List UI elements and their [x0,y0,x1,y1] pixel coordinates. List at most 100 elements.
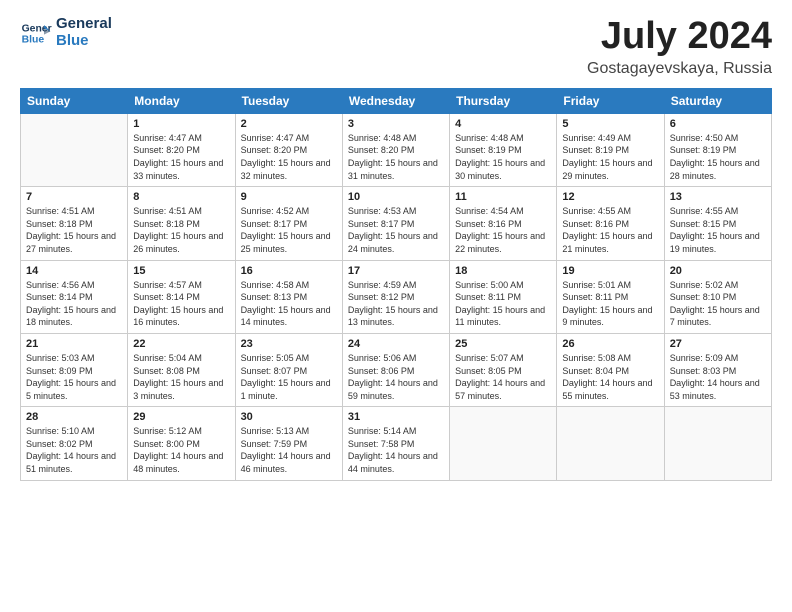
logo: General Blue General Blue [20,16,112,49]
table-row: 16Sunrise: 4:58 AMSunset: 8:13 PMDayligh… [235,260,342,333]
day-number: 7 [26,191,122,203]
day-info: Sunrise: 5:01 AMSunset: 8:11 PMDaylight:… [562,279,658,329]
table-row: 5Sunrise: 4:49 AMSunset: 8:19 PMDaylight… [557,113,664,186]
table-row: 20 Sunrise: 5:02 AMSunset: 8:10 PMDayligh… [664,260,771,333]
table-row [450,407,557,480]
day-number: 11 [455,191,551,203]
day-number: 24 [348,338,444,350]
col-friday: Friday [557,88,664,113]
table-row [664,407,771,480]
day-info: Sunrise: 5:05 AMSunset: 8:07 PMDaylight:… [241,352,337,402]
table-row: 13 Sunrise: 4:55 AMSunset: 8:15 PMDayligh… [664,187,771,260]
month-title: July 2024 [587,16,772,58]
day-number: 6 [670,118,766,130]
day-number: 9 [241,191,337,203]
calendar-week-row: 21 Sunrise: 5:03 AMSunset: 8:09 PMDayligh… [21,333,772,406]
day-info: Sunrise: 4:55 AMSunset: 8:15 PMDaylight:… [670,205,766,255]
table-row: 15Sunrise: 4:57 AMSunset: 8:14 PMDayligh… [128,260,235,333]
day-info: Sunrise: 4:58 AMSunset: 8:13 PMDaylight:… [241,279,337,329]
day-number: 2 [241,118,337,130]
calendar-week-row: 1Sunrise: 4:47 AMSunset: 8:20 PMDaylight… [21,113,772,186]
table-row: 8 Sunrise: 4:51 AMSunset: 8:18 PMDaylight… [128,187,235,260]
calendar-week-row: 28 Sunrise: 5:10 AMSunset: 8:02 PMDayligh… [21,407,772,480]
day-info: Sunrise: 5:06 AMSunset: 8:06 PMDaylight:… [348,352,444,402]
day-number: 31 [348,411,444,423]
location-title: Gostagayevskaya, Russia [587,60,772,78]
col-saturday: Saturday [664,88,771,113]
day-info: Sunrise: 5:02 AMSunset: 8:10 PMDaylight:… [670,279,766,329]
day-info: Sunrise: 4:59 AMSunset: 8:12 PMDaylight:… [348,279,444,329]
page: General Blue General Blue July 2024 Gost… [0,0,792,612]
day-number: 20 [670,265,766,277]
table-row: 27 Sunrise: 5:09 AMSunset: 8:03 PMDayligh… [664,333,771,406]
day-number: 13 [670,191,766,203]
table-row [21,113,128,186]
calendar-week-row: 7 Sunrise: 4:51 AMSunset: 8:18 PMDaylight… [21,187,772,260]
logo-line1: General [56,16,112,33]
table-row: 14 Sunrise: 4:56 AMSunset: 8:14 PMDayligh… [21,260,128,333]
day-info: Sunrise: 4:55 AMSunset: 8:16 PMDaylight:… [562,205,658,255]
table-row: 10 Sunrise: 4:53 AMSunset: 8:17 PMDayligh… [342,187,449,260]
day-number: 8 [133,191,229,203]
day-info: Sunrise: 5:07 AMSunset: 8:05 PMDaylight:… [455,352,551,402]
day-info: Sunrise: 4:56 AMSunset: 8:14 PMDaylight:… [26,279,122,329]
table-row: 22Sunrise: 5:04 AMSunset: 8:08 PMDayligh… [128,333,235,406]
table-row: 17 Sunrise: 4:59 AMSunset: 8:12 PMDayligh… [342,260,449,333]
svg-text:Blue: Blue [22,34,45,45]
table-row: 24 Sunrise: 5:06 AMSunset: 8:06 PMDayligh… [342,333,449,406]
day-number: 3 [348,118,444,130]
table-row: 12 Sunrise: 4:55 AMSunset: 8:16 PMDayligh… [557,187,664,260]
day-info: Sunrise: 5:04 AMSunset: 8:08 PMDaylight:… [133,352,229,402]
day-number: 10 [348,191,444,203]
table-row: 1Sunrise: 4:47 AMSunset: 8:20 PMDaylight… [128,113,235,186]
title-block: July 2024 Gostagayevskaya, Russia [587,16,772,78]
col-thursday: Thursday [450,88,557,113]
table-row: 31 Sunrise: 5:14 AMSunset: 7:58 PMDayligh… [342,407,449,480]
table-row: 28 Sunrise: 5:10 AMSunset: 8:02 PMDayligh… [21,407,128,480]
col-sunday: Sunday [21,88,128,113]
day-number: 19 [562,265,658,277]
day-number: 27 [670,338,766,350]
logo-text: General Blue [56,16,112,49]
table-row: 9Sunrise: 4:52 AMSunset: 8:17 PMDaylight… [235,187,342,260]
day-info: Sunrise: 4:50 AMSunset: 8:19 PMDaylight:… [670,132,766,182]
day-info: Sunrise: 5:09 AMSunset: 8:03 PMDaylight:… [670,352,766,402]
day-info: Sunrise: 4:48 AMSunset: 8:20 PMDaylight:… [348,132,444,182]
col-monday: Monday [128,88,235,113]
table-row: 19 Sunrise: 5:01 AMSunset: 8:11 PMDayligh… [557,260,664,333]
day-info: Sunrise: 4:53 AMSunset: 8:17 PMDaylight:… [348,205,444,255]
table-row: 18Sunrise: 5:00 AMSunset: 8:11 PMDayligh… [450,260,557,333]
table-row: 7 Sunrise: 4:51 AMSunset: 8:18 PMDaylight… [21,187,128,260]
table-row: 25Sunrise: 5:07 AMSunset: 8:05 PMDayligh… [450,333,557,406]
day-info: Sunrise: 5:00 AMSunset: 8:11 PMDaylight:… [455,279,551,329]
day-number: 4 [455,118,551,130]
table-row: 4Sunrise: 4:48 AMSunset: 8:19 PMDaylight… [450,113,557,186]
calendar-week-row: 14 Sunrise: 4:56 AMSunset: 8:14 PMDayligh… [21,260,772,333]
table-row: 26Sunrise: 5:08 AMSunset: 8:04 PMDayligh… [557,333,664,406]
day-info: Sunrise: 4:51 AMSunset: 8:18 PMDaylight:… [133,205,229,255]
logo-icon: General Blue [20,17,52,49]
day-number: 28 [26,411,122,423]
col-tuesday: Tuesday [235,88,342,113]
day-info: Sunrise: 5:10 AMSunset: 8:02 PMDaylight:… [26,425,122,475]
day-number: 15 [133,265,229,277]
day-info: Sunrise: 5:08 AMSunset: 8:04 PMDaylight:… [562,352,658,402]
logo-line2: Blue [56,32,89,49]
day-number: 29 [133,411,229,423]
table-row: 2 Sunrise: 4:47 AMSunset: 8:20 PMDaylight… [235,113,342,186]
calendar-table: Sunday Monday Tuesday Wednesday Thursday… [20,88,772,481]
table-row: 23 Sunrise: 5:05 AMSunset: 8:07 PMDayligh… [235,333,342,406]
day-info: Sunrise: 4:51 AMSunset: 8:18 PMDaylight:… [26,205,122,255]
day-info: Sunrise: 5:14 AMSunset: 7:58 PMDaylight:… [348,425,444,475]
day-info: Sunrise: 4:47 AMSunset: 8:20 PMDaylight:… [241,132,337,182]
day-number: 21 [26,338,122,350]
day-number: 12 [562,191,658,203]
day-info: Sunrise: 5:03 AMSunset: 8:09 PMDaylight:… [26,352,122,402]
day-number: 23 [241,338,337,350]
day-info: Sunrise: 5:13 AMSunset: 7:59 PMDaylight:… [241,425,337,475]
day-info: Sunrise: 4:54 AMSunset: 8:16 PMDaylight:… [455,205,551,255]
day-number: 17 [348,265,444,277]
day-info: Sunrise: 5:12 AMSunset: 8:00 PMDaylight:… [133,425,229,475]
table-row: 3 Sunrise: 4:48 AMSunset: 8:20 PMDaylight… [342,113,449,186]
day-number: 14 [26,265,122,277]
